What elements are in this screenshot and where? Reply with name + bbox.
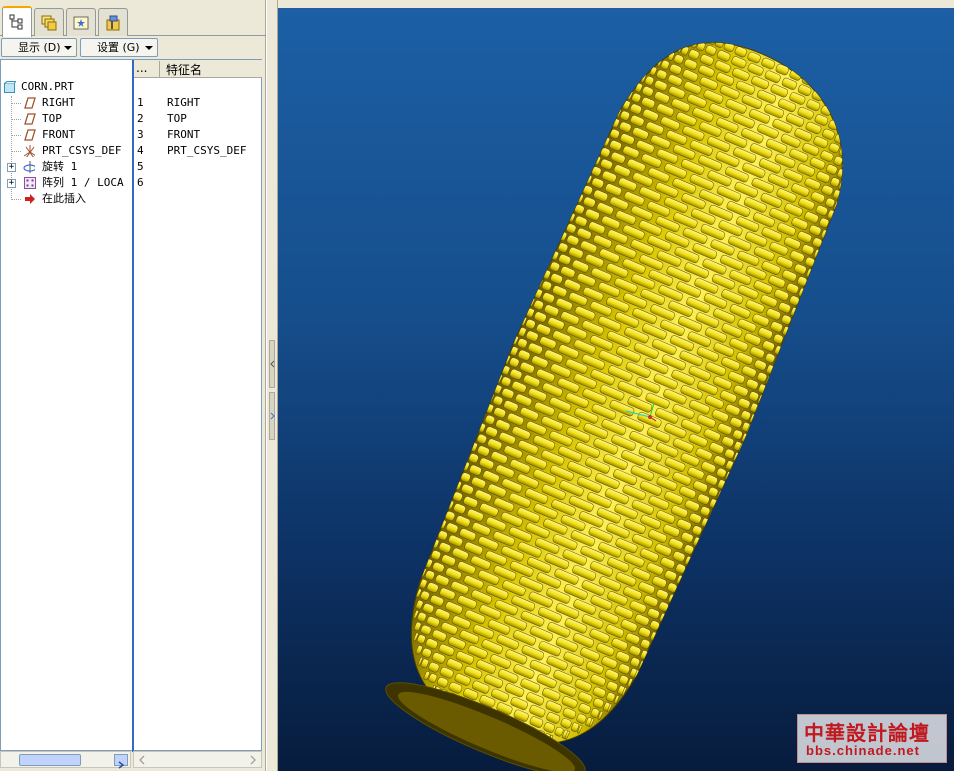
tree-label: 在此插入 bbox=[42, 192, 86, 205]
tree-label: PRT_CSYS_DEF bbox=[42, 144, 122, 157]
tree-row-pattern[interactable]: + 阵列 1 / LOCA 6 bbox=[1, 175, 261, 191]
chevron-down-icon bbox=[145, 46, 153, 50]
pattern-icon bbox=[24, 177, 36, 189]
watermark-title: 中華設計論壇 bbox=[804, 721, 930, 745]
column-header-feature-name[interactable]: 特征名 bbox=[166, 61, 202, 78]
corn-kernel bbox=[842, 148, 848, 158]
feature-id: 1 bbox=[137, 96, 144, 109]
csys-icon bbox=[23, 145, 35, 157]
tree-row-insert-here[interactable]: 在此插入 bbox=[1, 191, 261, 207]
tab-favorites[interactable] bbox=[66, 8, 96, 36]
feature-id: 3 bbox=[137, 128, 144, 141]
expand-icon[interactable]: + bbox=[7, 179, 16, 188]
watermark-url: bbs.chinade.net bbox=[806, 743, 920, 758]
chevron-right-icon bbox=[118, 761, 125, 769]
tree-row-right[interactable]: RIGHT 1 RIGHT bbox=[1, 95, 261, 111]
navigator-tabbar bbox=[0, 6, 266, 37]
corn-kernel bbox=[706, 34, 713, 44]
tree-row-top[interactable]: TOP 2 TOP bbox=[1, 111, 261, 127]
tree-label: TOP bbox=[42, 112, 62, 125]
tab-model-tree[interactable] bbox=[2, 6, 32, 37]
expand-right-button[interactable] bbox=[269, 392, 275, 440]
corn-kernel bbox=[830, 97, 837, 108]
panel-splitter[interactable] bbox=[266, 0, 278, 771]
tree-row-revolve[interactable]: + 旋转 1 5 bbox=[1, 159, 261, 175]
feature-id: 4 bbox=[137, 144, 144, 157]
corn-kernel bbox=[689, 557, 695, 567]
favorites-icon bbox=[73, 16, 89, 30]
feature-id: 5 bbox=[137, 160, 144, 173]
show-dropdown-button[interactable]: 显示 (D) bbox=[1, 38, 77, 57]
chevron-right-icon[interactable] bbox=[248, 755, 258, 765]
corn-kernel bbox=[840, 124, 846, 134]
chevron-left-icon bbox=[270, 360, 275, 368]
corn-kernel bbox=[672, 595, 678, 605]
scrollbar-thumb[interactable] bbox=[19, 754, 81, 766]
tools-icon bbox=[106, 15, 120, 31]
part-icon bbox=[4, 81, 16, 93]
tree-row-root[interactable]: CORN.PRT bbox=[1, 79, 261, 95]
corn-kernel bbox=[803, 289, 809, 299]
feature-name: PRT_CSYS_DEF bbox=[167, 144, 247, 157]
feature-name: FRONT bbox=[167, 128, 201, 141]
tree-row-front[interactable]: FRONT 3 FRONT bbox=[1, 127, 261, 143]
feature-id: 6 bbox=[137, 176, 144, 189]
chevron-left-icon[interactable] bbox=[137, 755, 147, 765]
datum-plane-icon bbox=[24, 97, 36, 109]
corn-kernel bbox=[795, 308, 801, 318]
layers-icon bbox=[41, 15, 57, 31]
datum-plane-icon bbox=[24, 129, 36, 141]
corn-kernel bbox=[832, 98, 838, 108]
corn-kernel bbox=[824, 83, 830, 93]
insert-here-icon bbox=[25, 194, 35, 204]
tree-label: RIGHT bbox=[42, 96, 76, 109]
settings-dropdown-label: 设置 (G) bbox=[97, 41, 140, 54]
tree-label: FRONT bbox=[42, 128, 76, 141]
model-tree-icon bbox=[9, 14, 23, 30]
corn-kernel bbox=[812, 79, 822, 89]
corn-kernel bbox=[818, 251, 824, 260]
corn-model bbox=[385, 34, 848, 771]
corn-kernel bbox=[810, 270, 817, 280]
corn-kernel bbox=[841, 136, 847, 146]
feature-name: TOP bbox=[167, 112, 187, 125]
watermark-logo: 中華設計論壇 bbs.chinade.net bbox=[797, 714, 947, 763]
scroll-right-button[interactable] bbox=[114, 754, 128, 769]
chevron-down-icon bbox=[64, 46, 72, 50]
tab-tools[interactable] bbox=[98, 8, 128, 36]
expand-icon[interactable]: + bbox=[7, 163, 16, 172]
show-dropdown-label: 显示 (D) bbox=[18, 41, 61, 54]
tree-label: 阵列 1 / LOCA bbox=[42, 176, 124, 189]
model-tree-panel: 显示 (D) 设置 (G) ... 特征名 CORN.PRT RIGHT 1 R… bbox=[0, 0, 266, 771]
revolve-icon bbox=[23, 161, 35, 173]
feature-id: 2 bbox=[137, 112, 144, 125]
columns-horizontal-scrollbar[interactable] bbox=[133, 751, 262, 768]
feature-name: RIGHT bbox=[167, 96, 201, 109]
tree-label: 旋转 1 bbox=[42, 160, 78, 173]
settings-dropdown-button[interactable]: 设置 (G) bbox=[80, 38, 158, 57]
model-tree[interactable]: ... 特征名 CORN.PRT RIGHT 1 RIGHT TOP 2 TOP… bbox=[0, 59, 262, 752]
corn-kernel bbox=[837, 123, 845, 133]
tree-toolbar: 显示 (D) 设置 (G) bbox=[0, 38, 266, 58]
tree-horizontal-scrollbar[interactable] bbox=[0, 751, 131, 769]
corn-kernel bbox=[819, 82, 827, 92]
tree-label: CORN.PRT bbox=[21, 80, 74, 93]
corn-kernel bbox=[837, 112, 843, 121]
collapse-left-button[interactable] bbox=[269, 340, 275, 388]
chevron-right-icon bbox=[270, 412, 275, 420]
column-header-id[interactable]: ... bbox=[136, 61, 160, 77]
tree-row-csys[interactable]: PRT_CSYS_DEF 4 PRT_CSYS_DEF bbox=[1, 143, 261, 159]
tree-column-header: ... 特征名 bbox=[134, 60, 262, 78]
tab-layers[interactable] bbox=[34, 8, 64, 36]
corn-kernel bbox=[663, 614, 670, 624]
datum-plane-icon bbox=[24, 113, 36, 125]
corn-kernel bbox=[681, 576, 687, 586]
graphics-viewport[interactable] bbox=[278, 8, 954, 771]
corn-kernel bbox=[825, 231, 831, 241]
